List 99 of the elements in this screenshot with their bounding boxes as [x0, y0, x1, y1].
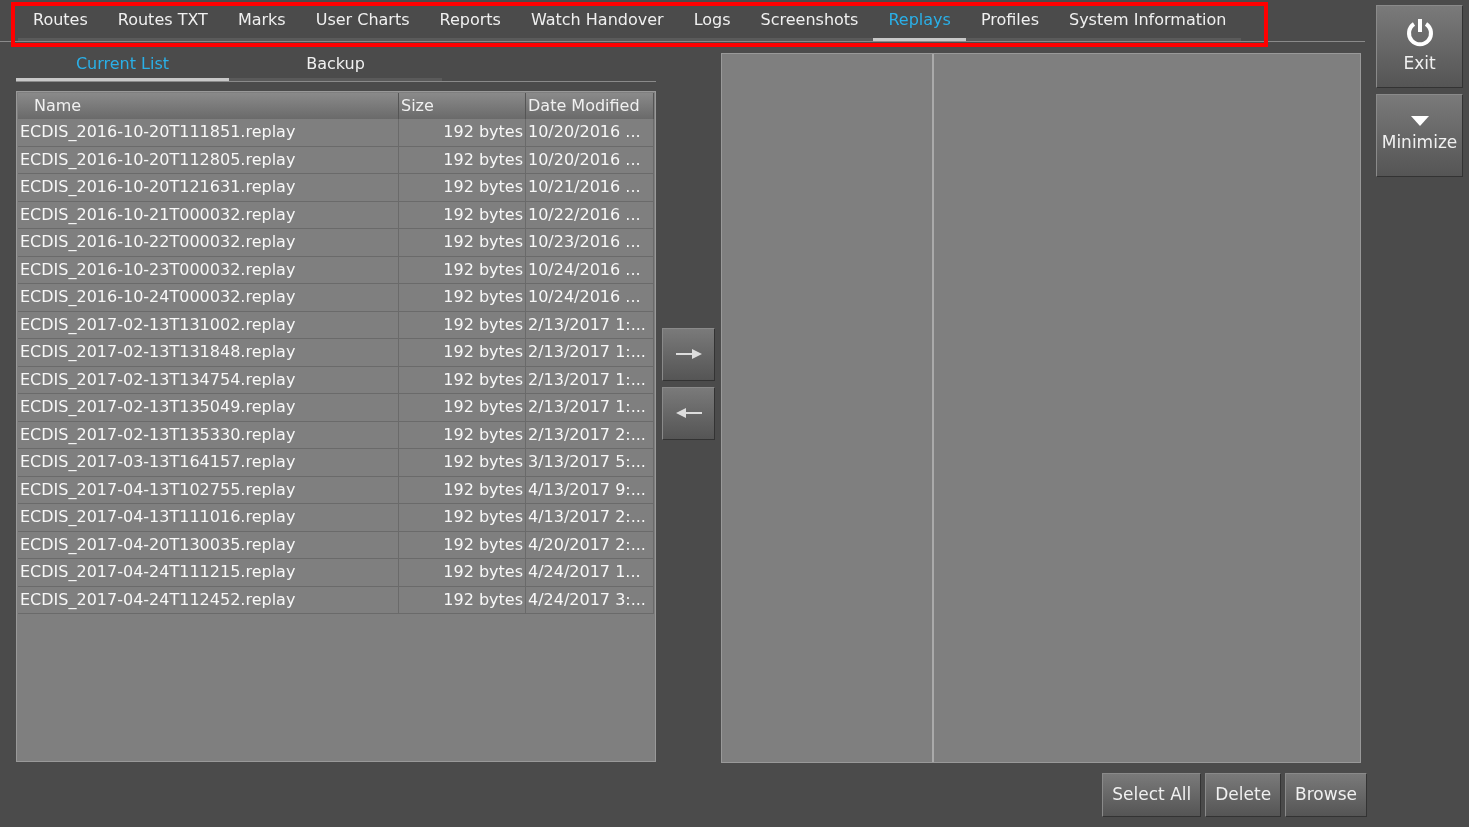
table-cell: 192 bytes [399, 531, 526, 558]
exit-button[interactable]: Exit [1376, 5, 1463, 88]
action-button[interactable]: Browse [1285, 773, 1367, 817]
table-cell: 192 bytes [399, 284, 526, 311]
file-row[interactable]: ECDIS_2016-10-22T000032.replay 192 bytes 10/23/2016 ... [18, 229, 654, 257]
arrow-left-icon [675, 408, 702, 418]
table-cell: 192 bytes [399, 476, 526, 503]
file-row[interactable]: ECDIS_2017-02-13T134754.replay 192 bytes 2/13/2017 1:... [18, 366, 654, 394]
tab[interactable]: Screenshots [745, 1, 874, 41]
table-cell: 192 bytes [399, 229, 526, 256]
table-cell: 2/13/2017 2:... [526, 421, 654, 448]
tab[interactable]: Replays [873, 1, 966, 41]
table-cell: ECDIS_2017-02-13T135330.replay [18, 421, 399, 448]
caret-down-icon [1410, 115, 1429, 126]
table-cell: 2/13/2017 1:... [526, 394, 654, 421]
table-cell: 10/20/2016 ... [526, 119, 654, 146]
table-cell: ECDIS_2017-04-13T111016.replay [18, 504, 399, 531]
tab[interactable]: User Charts [300, 1, 425, 41]
arrow-right-icon [675, 349, 702, 359]
file-row[interactable]: ECDIS_2017-04-24T111215.replay 192 bytes 4/24/2017 1... [18, 559, 654, 587]
table-cell: ECDIS_2017-03-13T164157.replay [18, 449, 399, 476]
table-cell: ECDIS_2017-04-13T102755.replay [18, 476, 399, 503]
table-cell: 4/13/2017 2:... [526, 504, 654, 531]
table-cell: 192 bytes [399, 449, 526, 476]
table-cell: ECDIS_2017-04-24T112452.replay [18, 586, 399, 613]
table-cell: ECDIS_2016-10-23T000032.replay [18, 256, 399, 283]
file-row[interactable]: ECDIS_2016-10-20T121631.replay 192 bytes 10/21/2016 ... [18, 174, 654, 202]
minimize-button[interactable]: Minimize [1376, 94, 1463, 177]
table-cell: 192 bytes [399, 504, 526, 531]
table-cell: 192 bytes [399, 119, 526, 146]
table-cell: 192 bytes [399, 366, 526, 393]
file-row[interactable]: ECDIS_2016-10-23T000032.replay 192 bytes 10/24/2016 ... [18, 256, 654, 284]
table-cell: 192 bytes [399, 586, 526, 613]
tab[interactable]: Reports [424, 1, 516, 41]
move-left-button[interactable] [662, 386, 715, 440]
tab[interactable]: Routes TXT [102, 1, 223, 41]
file-row[interactable]: ECDIS_2017-04-13T111016.replay 192 bytes 4/13/2017 2:... [18, 504, 654, 532]
table-cell: 192 bytes [399, 421, 526, 448]
table-cell: 192 bytes [399, 311, 526, 338]
table-cell: 10/20/2016 ... [526, 146, 654, 173]
table-cell: 3/13/2017 5:... [526, 449, 654, 476]
column-header[interactable]: Size [399, 93, 526, 119]
table-cell: ECDIS_2016-10-20T112805.replay [18, 146, 399, 173]
table-cell: 4/13/2017 9:... [526, 476, 654, 503]
file-row[interactable]: ECDIS_2017-02-13T135049.replay 192 bytes 2/13/2017 1:... [18, 394, 654, 422]
table-cell: 4/24/2017 1... [526, 559, 654, 586]
table-cell: 2/13/2017 1:... [526, 339, 654, 366]
file-row[interactable]: ECDIS_2016-10-20T111851.replay 192 bytes 10/20/2016 ... [18, 119, 654, 147]
table-cell: 192 bytes [399, 394, 526, 421]
file-row[interactable]: ECDIS_2016-10-21T000032.replay 192 bytes 10/22/2016 ... [18, 201, 654, 229]
table-cell: 2/13/2017 1:... [526, 311, 654, 338]
table-cell: ECDIS_2016-10-20T121631.replay [18, 174, 399, 201]
tab[interactable]: System Information [1054, 1, 1242, 41]
table-cell: 4/20/2017 2:... [526, 531, 654, 558]
table-cell: 2/13/2017 1:... [526, 366, 654, 393]
move-right-button[interactable] [662, 327, 715, 381]
table-cell: ECDIS_2016-10-22T000032.replay [18, 229, 399, 256]
action-button[interactable]: Select All [1102, 773, 1202, 817]
power-icon [1404, 16, 1435, 47]
file-row[interactable]: ECDIS_2016-10-20T112805.replay 192 bytes 10/20/2016 ... [18, 146, 654, 174]
file-row[interactable]: ECDIS_2017-04-20T130035.replay 192 bytes 4/20/2017 2:... [18, 531, 654, 559]
table-cell: 10/21/2016 ... [526, 174, 654, 201]
tab[interactable]: Logs [678, 1, 746, 41]
file-row[interactable]: ECDIS_2017-02-13T131002.replay 192 bytes 2/13/2017 1:... [18, 311, 654, 339]
table-cell: 192 bytes [399, 559, 526, 586]
table-cell: 192 bytes [399, 174, 526, 201]
file-row[interactable]: ECDIS_2017-02-13T135330.replay 192 bytes 2/13/2017 2:... [18, 421, 654, 449]
file-row[interactable]: ECDIS_2017-02-13T131848.replay 192 bytes 2/13/2017 1:... [18, 339, 654, 367]
table-cell: 192 bytes [399, 201, 526, 228]
table-cell: ECDIS_2017-04-24T111215.replay [18, 559, 399, 586]
table-cell: ECDIS_2017-02-13T134754.replay [18, 366, 399, 393]
tab[interactable]: Watch Handover [515, 1, 679, 41]
table-cell: ECDIS_2017-04-20T130035.replay [18, 531, 399, 558]
subtab[interactable]: Current List [16, 50, 229, 81]
file-row[interactable]: ECDIS_2017-03-13T164157.replay 192 bytes 3/13/2017 5:... [18, 449, 654, 477]
table-cell: 10/22/2016 ... [526, 201, 654, 228]
tab[interactable]: Routes [18, 1, 103, 41]
table-cell: 192 bytes [399, 339, 526, 366]
file-row[interactable]: ECDIS_2017-04-13T102755.replay 192 bytes 4/13/2017 9:... [18, 476, 654, 504]
file-row[interactable]: ECDIS_2016-10-24T000032.replay 192 bytes 10/24/2016 ... [18, 284, 654, 312]
tab[interactable]: Marks [222, 1, 301, 41]
tab[interactable]: Profiles [965, 1, 1054, 41]
table-cell: ECDIS_2016-10-20T111851.replay [18, 119, 399, 146]
table-cell: ECDIS_2017-02-13T131002.replay [18, 311, 399, 338]
table-cell: 192 bytes [399, 146, 526, 173]
table-cell: 192 bytes [399, 256, 526, 283]
table-cell: 4/24/2017 3:... [526, 586, 654, 613]
table-cell: ECDIS_2017-02-13T135049.replay [18, 394, 399, 421]
table-cell: 10/24/2016 ... [526, 284, 654, 311]
column-header[interactable]: Name [18, 93, 399, 119]
table-cell: ECDIS_2016-10-21T000032.replay [18, 201, 399, 228]
action-button[interactable]: Delete [1205, 773, 1282, 817]
table-cell: ECDIS_2016-10-24T000032.replay [18, 284, 399, 311]
column-header[interactable]: Date Modified [526, 93, 654, 119]
table-cell: ECDIS_2017-02-13T131848.replay [18, 339, 399, 366]
file-row[interactable]: ECDIS_2017-04-24T112452.replay 192 bytes 4/24/2017 3:... [18, 586, 654, 614]
table-cell: 10/23/2016 ... [526, 229, 654, 256]
table-cell: 10/24/2016 ... [526, 256, 654, 283]
subtab[interactable]: Backup [229, 50, 442, 81]
